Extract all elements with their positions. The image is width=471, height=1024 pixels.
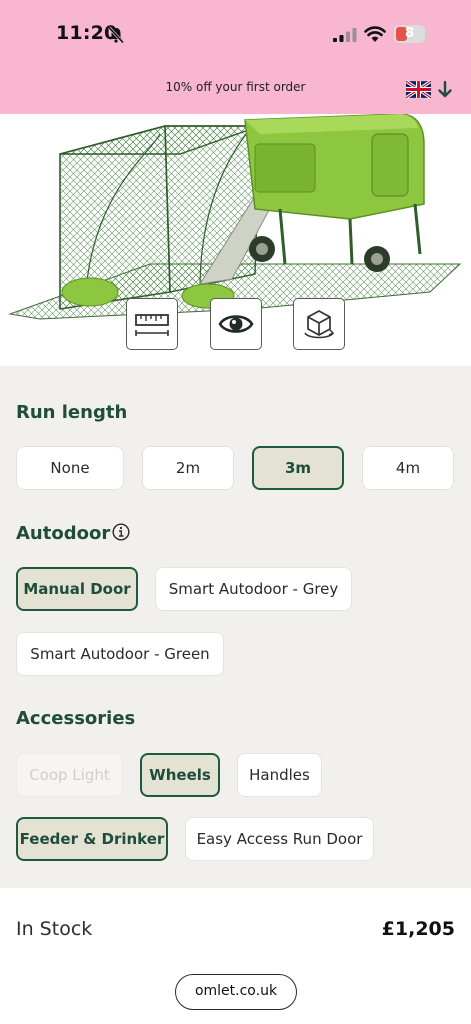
accessory-option-easy-access-run-door[interactable]: Easy Access Run Door bbox=[185, 817, 374, 861]
photo-view-button[interactable] bbox=[210, 298, 262, 350]
battery-level: 8 bbox=[404, 26, 415, 41]
stock-status: In Stock bbox=[16, 918, 93, 940]
autodoor-title: Autodoor bbox=[16, 523, 111, 544]
arrow-down-icon[interactable] bbox=[438, 81, 452, 98]
ruler-icon bbox=[135, 314, 169, 336]
run-length-option-none[interactable]: None bbox=[16, 446, 124, 490]
dimensions-view-button[interactable] bbox=[126, 298, 178, 350]
accessory-option-feeder-drinker[interactable]: Feeder & Drinker bbox=[16, 817, 168, 861]
run-length-option-2m[interactable]: 2m bbox=[142, 446, 234, 490]
autodoor-option-manual-door[interactable]: Manual Door bbox=[16, 567, 138, 611]
accessories-title: Accessories bbox=[16, 708, 136, 729]
status-bar: 11:20 8 bbox=[0, 0, 471, 70]
info-icon[interactable] bbox=[112, 523, 130, 541]
uk-flag-icon[interactable] bbox=[406, 80, 431, 99]
cellular-signal-icon bbox=[333, 28, 357, 42]
stock-row: In Stock £1,205 bbox=[0, 888, 471, 968]
wifi-icon bbox=[364, 26, 386, 42]
bell-muted-icon bbox=[107, 26, 125, 44]
battery-icon: 8 bbox=[394, 25, 428, 43]
accessory-option-wheels[interactable]: Wheels bbox=[140, 753, 220, 797]
run-length-option-4m[interactable]: 4m bbox=[362, 446, 454, 490]
accessory-option-coop-light: Coop Light bbox=[16, 753, 123, 797]
run-length-option-3m[interactable]: 3m bbox=[252, 446, 344, 490]
cube-rotate-icon bbox=[304, 310, 335, 339]
promo-banner[interactable]: 10% off your first order bbox=[0, 80, 471, 94]
3d-view-button[interactable] bbox=[293, 298, 345, 350]
accessory-option-handles[interactable]: Handles bbox=[237, 753, 322, 797]
run-length-title: Run length bbox=[16, 402, 128, 423]
price: £1,205 bbox=[381, 918, 455, 940]
eye-icon bbox=[218, 315, 254, 333]
browser-url-bar[interactable]: omlet.co.uk bbox=[175, 974, 297, 1010]
autodoor-option-smart-grey[interactable]: Smart Autodoor - Grey bbox=[155, 567, 352, 611]
options-panel bbox=[0, 366, 471, 888]
autodoor-option-smart-green[interactable]: Smart Autodoor - Green bbox=[16, 632, 224, 676]
